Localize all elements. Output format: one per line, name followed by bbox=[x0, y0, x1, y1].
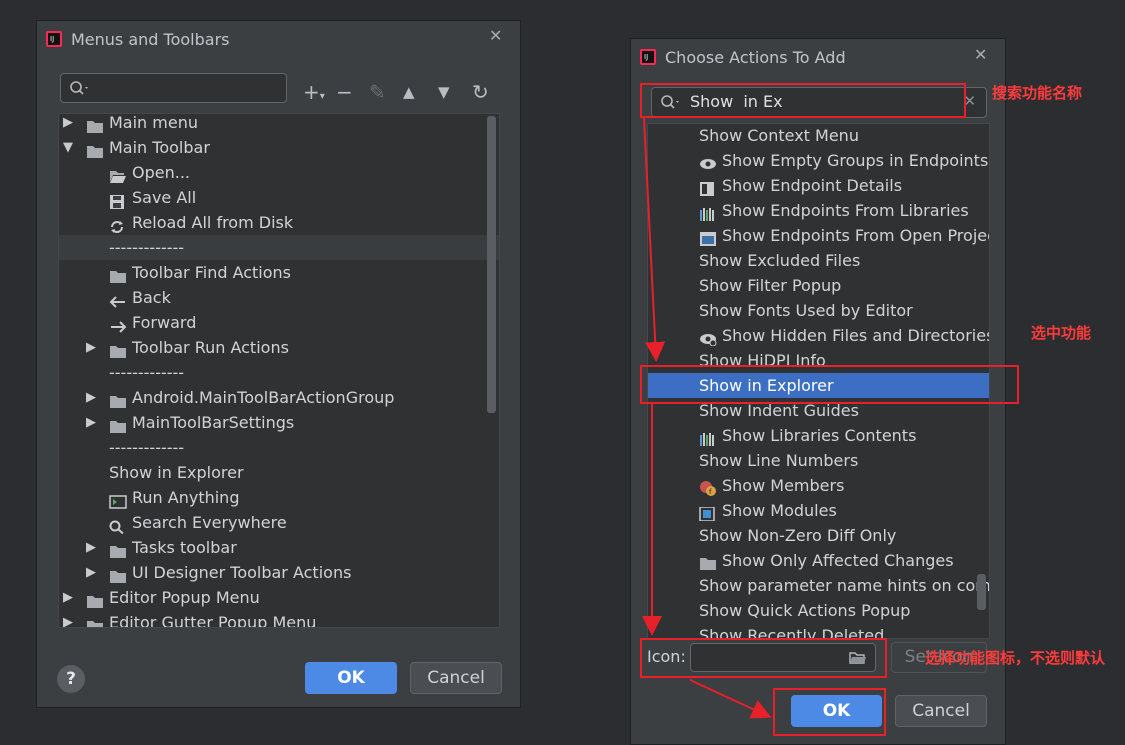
icon-annotation: 选择功能图标，不选则默认 bbox=[925, 649, 1106, 667]
search-annotation: 搜索功能名称 bbox=[992, 84, 1083, 102]
arrow-search-to-list bbox=[643, 117, 666, 362]
select-annotation: 选中功能 bbox=[1031, 324, 1092, 342]
arrow-icon-to-ok bbox=[689, 679, 772, 719]
annotation-arrows bbox=[642, 117, 772, 719]
